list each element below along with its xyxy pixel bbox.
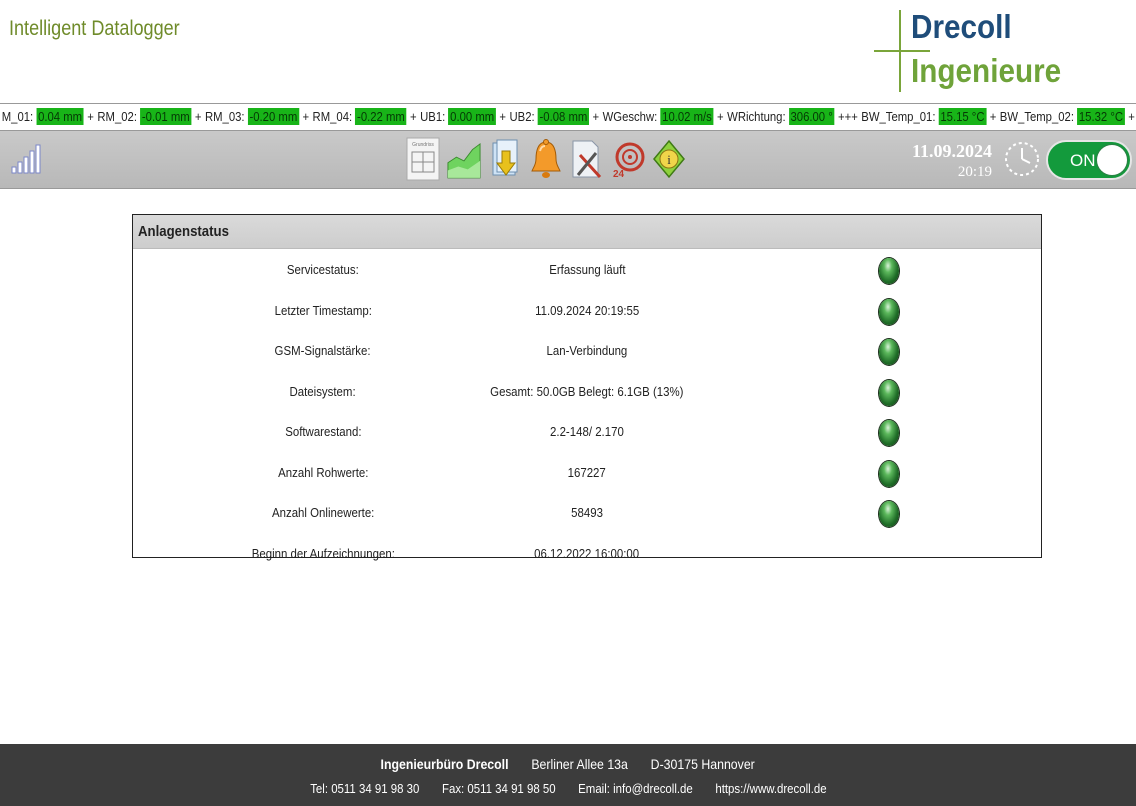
info-icon[interactable]: i xyxy=(652,136,686,182)
ticker-value: -0.08 mm xyxy=(537,108,590,125)
ticker-value: -0.01 mm xyxy=(140,108,192,125)
footer-website[interactable]: https://www.drecoll.de xyxy=(715,781,826,796)
status-row: Beginn der Aufzeichnungen: 06.12.2022 16:… xyxy=(133,538,1041,578)
datetime-display: 11.09.2024 20:19 xyxy=(912,141,992,181)
logging-toggle[interactable]: ON xyxy=(1046,140,1132,180)
status-value: Erfassung läuft xyxy=(548,262,626,277)
svg-text:24: 24 xyxy=(613,169,625,180)
status-value: 2.2-148/ 2.170 xyxy=(550,424,624,439)
alarm-bell-icon[interactable] xyxy=(529,136,563,182)
ticker-value: 306.00 ° xyxy=(788,108,835,125)
clock-icon[interactable] xyxy=(1003,140,1041,178)
ticker-value: 0.04 mm xyxy=(36,108,84,125)
ticker-label: RM_04: xyxy=(312,109,353,124)
footer: Ingenieurbüro Drecoll Berliner Allee 13a… xyxy=(0,744,1136,806)
status-value: 06.12.2022 16:00:00 xyxy=(534,545,640,561)
footer-tel: Tel: 0511 34 91 98 30 xyxy=(309,781,419,796)
ticker-label: UB1: xyxy=(420,109,446,124)
system-status-panel: Anlagenstatus Servicestatus: Erfassung lä… xyxy=(132,214,1042,561)
ticker-label: M_01: xyxy=(1,109,34,124)
status-value: Gesamt: 50.0GB Belegt: 6.1GB (13%) xyxy=(490,383,684,399)
footer-company: Ingenieurbüro Drecoll xyxy=(380,756,509,772)
footer-street: Berliner Allee 13a xyxy=(531,756,629,772)
ticker-separator: +++ xyxy=(837,109,858,124)
company-logo: Drecoll Ingenieure xyxy=(872,6,1062,98)
status-row: Servicestatus: Erfassung läuft xyxy=(133,254,1041,294)
status-led-icon xyxy=(879,420,899,446)
ticker-label: BW_Temp_01: xyxy=(861,109,936,124)
ticker-separator: + xyxy=(989,109,997,124)
ticker-label: WRichtung: xyxy=(727,109,786,124)
ticker-separator: + xyxy=(592,109,600,124)
ticker-separator: + xyxy=(302,109,310,124)
24h-history-icon[interactable]: 24 xyxy=(611,136,645,182)
status-value: 167227 xyxy=(567,464,607,480)
status-led-icon xyxy=(879,298,899,325)
ticker-label: RM_03: xyxy=(204,109,245,124)
ticker-value: 10.02 m/s xyxy=(660,108,714,125)
panel-title: Anlagenstatus xyxy=(133,215,1041,249)
status-row: GSM-Signalstärke: Lan-Verbindung xyxy=(133,335,1041,375)
footer-email[interactable]: Email: info@drecoll.de xyxy=(578,781,693,796)
logo-text-line1: Drecoll xyxy=(911,8,1012,45)
toggle-label: ON xyxy=(1070,151,1096,170)
footer-city: D-30175 Hannover xyxy=(651,756,756,772)
ticker-separator: + xyxy=(1128,109,1135,124)
logo-text-line2: Ingenieure xyxy=(911,52,1062,89)
app-title: Intelligent Datalogger xyxy=(9,17,180,40)
toolbar: Grundriss 24 i 11.09.2024 20:19 ON xyxy=(0,131,1136,189)
footer-fax: Fax: 0511 34 91 98 50 xyxy=(441,781,556,796)
ticker-label: RM_02: xyxy=(97,109,137,124)
ticker-separator: + xyxy=(87,109,94,124)
ticker-separator: + xyxy=(410,109,417,124)
ticker-value: 0.00 mm xyxy=(448,108,496,125)
chart-icon[interactable] xyxy=(447,136,481,182)
status-value: Lan-Verbindung xyxy=(546,343,628,358)
ticker-label: BW_Temp_02: xyxy=(999,109,1074,124)
ticker-value: 15.32 °C xyxy=(1077,108,1125,125)
toggle-knob xyxy=(1097,145,1127,175)
ticker-value: -0.22 mm xyxy=(355,108,407,125)
ticker-value: -0.20 mm xyxy=(247,108,299,125)
svg-text:i: i xyxy=(667,152,671,167)
status-value: 11.09.2024 20:19:55 xyxy=(534,302,640,318)
ticker-separator: + xyxy=(499,109,507,124)
status-row: Anzahl Rohwerte: 167227 xyxy=(133,457,1041,497)
status-led-icon xyxy=(879,339,899,365)
status-led-icon xyxy=(879,379,899,406)
ticker-value: 15.15 °C xyxy=(938,108,987,125)
ticker-separator: + xyxy=(717,109,724,124)
status-led-icon xyxy=(879,460,899,487)
status-row: Anzahl Onlinewerte: 58493 xyxy=(133,497,1041,537)
status-value: 58493 xyxy=(571,505,603,520)
ticker-label: WGeschw: xyxy=(602,109,658,124)
status-row: Softwarestand: 2.2-148/ 2.170 xyxy=(133,416,1041,456)
measurement-ticker: M_01: 0.04 mm + RM_02: -0.01 mm + RM_03: -0.… xyxy=(0,103,1136,131)
status-row: Letzter Timestamp: 11.09.2024 20:19:55 xyxy=(133,295,1041,335)
ticker-label: UB2: xyxy=(509,109,535,124)
download-icon[interactable] xyxy=(488,136,522,182)
current-time: 20:19 xyxy=(957,164,992,180)
status-led-icon xyxy=(879,258,899,284)
floorplan-icon[interactable]: Grundriss xyxy=(406,136,440,182)
toolbar-icons: Grundriss 24 i xyxy=(406,136,686,182)
status-row: Dateisystem: Gesamt: 50.0GB Belegt: 6.1GB… xyxy=(133,376,1041,416)
floorplan-icon-label: Grundriss xyxy=(412,142,434,148)
status-led-icon xyxy=(879,501,899,527)
ticker-separator: + xyxy=(194,109,202,124)
signal-strength-icon xyxy=(11,144,41,174)
settings-tools-icon[interactable] xyxy=(570,136,604,182)
current-date: 11.09.2024 xyxy=(911,141,992,161)
